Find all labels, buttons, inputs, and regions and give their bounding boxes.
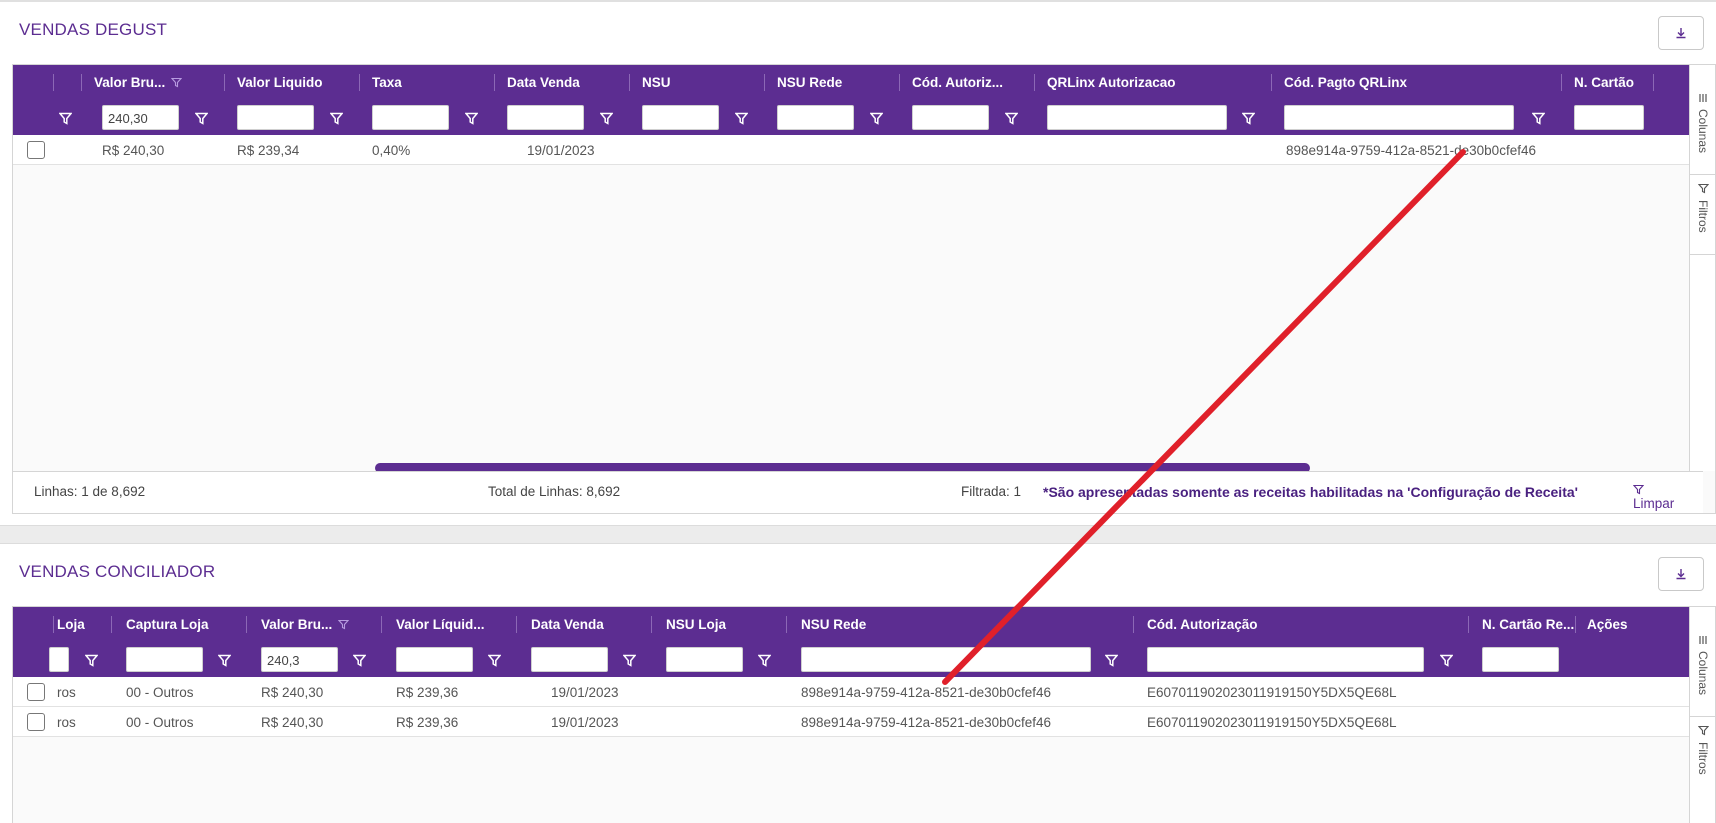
filter-icon[interactable]	[486, 652, 502, 668]
filter-input-cod-autorizacao[interactable]	[1147, 647, 1424, 672]
vendas-degust-panel: VENDAS DEGUST Valor Bru... Valor Liquido…	[0, 0, 1716, 526]
filter-icon[interactable]	[328, 110, 344, 126]
filter-row: 240,30	[13, 100, 1691, 135]
col-captura-loja[interactable]: Captura Loja	[126, 607, 209, 642]
table-row[interactable]: R$ 240,30 R$ 239,34 0,40% 19/01/2023 898…	[13, 135, 1691, 165]
grid-footer: Linhas: 1 de 8,692 Total de Linhas: 8,69…	[13, 471, 1703, 513]
col-nsu-rede[interactable]: NSU Rede	[801, 607, 866, 642]
row-count: Linhas: 1 de 8,692	[34, 484, 146, 499]
grid-header: Loja Captura Loja Valor Bru... Valor Líq…	[13, 607, 1691, 642]
grid-header: Valor Bru... Valor Liquido Taxa Data Ven…	[13, 65, 1691, 100]
filter-icon[interactable]	[1530, 110, 1546, 126]
col-valor-bruto[interactable]: Valor Bru...	[94, 65, 183, 100]
col-n-cartao[interactable]: N. Cartão Re...	[1482, 607, 1574, 642]
filter-icon[interactable]	[216, 652, 232, 668]
filter-input-valor-bruto[interactable]: 240,3	[261, 647, 338, 672]
filter-input-data-venda[interactable]	[507, 105, 584, 130]
filter-input-taxa[interactable]	[372, 105, 449, 130]
filter-icon	[1697, 725, 1709, 736]
table-row[interactable]: ros 00 - Outros R$ 240,30 R$ 239,36 19/0…	[13, 677, 1691, 707]
filter-icon[interactable]	[621, 652, 637, 668]
filter-icon[interactable]	[756, 652, 772, 668]
columns-icon	[1699, 636, 1707, 644]
filter-icon[interactable]	[1240, 110, 1256, 126]
receita-note: *São apresentadas somente as receitas ha…	[1043, 484, 1578, 500]
filter-input-loja[interactable]	[49, 647, 69, 672]
vendas-conciliador-panel: VENDAS CONCILIADOR Loja Captura Loja Val…	[0, 543, 1716, 823]
col-data-venda[interactable]: Data Venda	[507, 65, 580, 100]
filter-icon[interactable]	[1438, 652, 1454, 668]
col-taxa[interactable]: Taxa	[372, 65, 402, 100]
filter-input-captura-loja[interactable]	[126, 647, 203, 672]
col-acoes[interactable]: Ações	[1587, 607, 1628, 642]
filtered-count: Filtrada: 1	[961, 484, 1022, 499]
clear-filters-button[interactable]: Limpar	[1633, 484, 1674, 511]
panel-title: VENDAS CONCILIADOR	[19, 562, 216, 581]
download-icon	[1676, 569, 1686, 580]
filter-icon[interactable]	[57, 110, 73, 126]
filter-active-icon	[171, 77, 183, 88]
col-nsu-rede[interactable]: NSU Rede	[777, 65, 842, 100]
col-valor-liquido[interactable]: Valor Líquid...	[396, 607, 485, 642]
export-button[interactable]	[1658, 16, 1704, 50]
col-valor-liquido[interactable]: Valor Liquido	[237, 65, 323, 100]
columns-icon	[1699, 94, 1707, 102]
row-checkbox[interactable]	[27, 713, 45, 731]
download-icon	[1676, 28, 1686, 39]
filter-icon[interactable]	[83, 652, 99, 668]
col-nsu[interactable]: NSU	[642, 65, 671, 100]
filter-input-valor-liquido[interactable]	[237, 105, 314, 130]
col-cod-pagto-qrlinx[interactable]: Cód. Pagto QRLinx	[1284, 65, 1407, 100]
total-rows: Total de Linhas: 8,692	[488, 484, 621, 499]
filters-tab[interactable]: Filtros	[1690, 717, 1715, 797]
filter-input-cod-pagto-qrlinx[interactable]	[1284, 105, 1514, 130]
filter-active-icon	[338, 619, 350, 630]
columns-tab[interactable]: Colunas	[1690, 607, 1715, 717]
col-qrlinx-autorizacao[interactable]: QRLinx Autorizacao	[1047, 65, 1176, 100]
filter-icon[interactable]	[1003, 110, 1019, 126]
filter-input-qrlinx-autorizacao[interactable]	[1047, 105, 1227, 130]
filter-input-valor-liquido[interactable]	[396, 647, 473, 672]
row-checkbox[interactable]	[27, 683, 45, 701]
filter-input-valor-bruto[interactable]: 240,30	[102, 105, 179, 130]
filter-row: 240,3	[13, 642, 1691, 677]
filter-icon[interactable]	[1103, 652, 1119, 668]
filter-input-cod-autorizacao[interactable]	[912, 105, 989, 130]
col-cod-autorizacao[interactable]: Cód. Autorização	[1147, 607, 1258, 642]
row-checkbox[interactable]	[27, 141, 45, 159]
side-panel: Colunas Filtros	[1689, 65, 1715, 471]
filter-icon	[1633, 484, 1644, 495]
filter-input-data-venda[interactable]	[531, 647, 608, 672]
filter-icon[interactable]	[598, 110, 614, 126]
filter-input-nsu-loja[interactable]	[666, 647, 743, 672]
filter-icon[interactable]	[463, 110, 479, 126]
col-loja[interactable]: Loja	[57, 607, 85, 642]
side-panel: Colunas Filtros	[1689, 607, 1715, 823]
degust-grid: Valor Bru... Valor Liquido Taxa Data Ven…	[12, 64, 1716, 514]
col-data-venda[interactable]: Data Venda	[531, 607, 604, 642]
export-button[interactable]	[1658, 557, 1704, 591]
filter-input-n-cartao[interactable]	[1574, 105, 1644, 130]
filters-tab[interactable]: Filtros	[1690, 175, 1715, 255]
col-n-cartao[interactable]: N. Cartão	[1574, 65, 1634, 100]
filter-input-nsu-rede[interactable]	[777, 105, 854, 130]
panel-title: VENDAS DEGUST	[19, 20, 168, 39]
filter-icon[interactable]	[733, 110, 749, 126]
conciliador-grid: Loja Captura Loja Valor Bru... Valor Líq…	[12, 606, 1716, 823]
col-nsu-loja[interactable]: NSU Loja	[666, 607, 726, 642]
filter-icon[interactable]	[351, 652, 367, 668]
table-row[interactable]: ros 00 - Outros R$ 240,30 R$ 239,36 19/0…	[13, 707, 1691, 737]
filter-icon[interactable]	[868, 110, 884, 126]
col-cod-autorizacao[interactable]: Cód. Autoriz...	[912, 65, 1003, 100]
filter-input-n-cartao[interactable]	[1482, 647, 1559, 672]
col-valor-bruto[interactable]: Valor Bru...	[261, 607, 350, 642]
columns-tab[interactable]: Colunas	[1690, 65, 1715, 175]
filter-icon[interactable]	[193, 110, 209, 126]
filter-input-nsu[interactable]	[642, 105, 719, 130]
filter-icon	[1697, 183, 1709, 194]
filter-input-nsu-rede[interactable]	[801, 647, 1091, 672]
